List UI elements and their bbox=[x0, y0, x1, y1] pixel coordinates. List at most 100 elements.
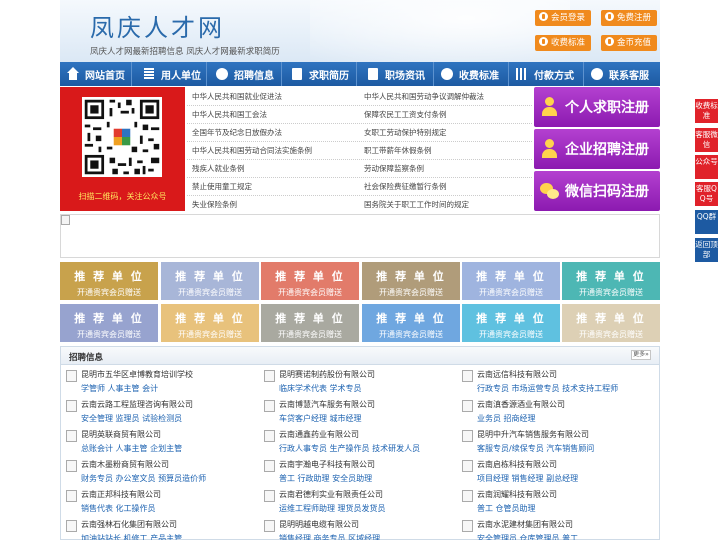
float-button[interactable]: QQ群 bbox=[695, 210, 718, 234]
recommend-tile[interactable]: 推 荐 单 位开通贵宾会员赠送 bbox=[362, 262, 460, 300]
company-name[interactable]: 云南正邦科技有限公司 bbox=[81, 489, 161, 500]
law-link[interactable]: 中华人民共和国就业促进法 bbox=[192, 91, 282, 102]
recommend-tile[interactable]: 推 荐 单 位开通贵宾会员赠送 bbox=[462, 262, 560, 300]
company-name[interactable]: 云南启栋科技有限公司 bbox=[477, 459, 557, 470]
law-link[interactable]: 劳动保障监察条例 bbox=[364, 163, 424, 174]
job-positions[interactable]: 客服专员/续保专员 汽车销售顾问 bbox=[477, 443, 594, 454]
law-link[interactable]: 失业保险条例 bbox=[192, 199, 237, 210]
nav-employers[interactable]: 用人单位 bbox=[132, 62, 206, 86]
job-positions[interactable]: 总账会计 人事主管 企划主管 bbox=[81, 443, 182, 454]
ad-banner[interactable] bbox=[60, 214, 660, 258]
register-button[interactable]: 免费注册 bbox=[601, 10, 658, 26]
nav-jobs[interactable]: 招聘信息 bbox=[207, 62, 281, 86]
company-name[interactable]: 云南远信科技有限公司 bbox=[477, 369, 557, 380]
job-listing[interactable]: 云南水泥建材集团有限公司安全管理员 仓库管理员 普工 bbox=[457, 517, 652, 540]
law-link[interactable]: 职工带薪年休假条例 bbox=[364, 145, 432, 156]
employer-register-button[interactable]: 企业招聘注册 bbox=[534, 129, 660, 169]
job-listing[interactable]: 云南木墨粉商贸有限公司财务专员 办公室文员 预算员造价师 bbox=[61, 457, 256, 489]
company-name[interactable]: 云南君德利实业有限责任公司 bbox=[279, 489, 383, 500]
company-name[interactable]: 昆明赛诺制药股份有限公司 bbox=[279, 369, 375, 380]
job-listing[interactable]: 云南润耀科技有限公司 普工 仓管员助理 bbox=[457, 487, 652, 519]
recommend-tile[interactable]: 推 荐 单 位开通贵宾会员赠送 bbox=[60, 262, 158, 300]
job-listing[interactable]: 云南强林石化集团有限公司加油站站长 机修工 产品主管 bbox=[61, 517, 256, 540]
job-listing[interactable]: 云南通鑫药业有限公司行政人事专员 生产操作员 技术研发人员 bbox=[259, 427, 454, 459]
job-positions[interactable]: 运维工程师助理 理货员发货员 bbox=[279, 503, 386, 514]
law-link[interactable]: 中华人民共和国劳动争议调解仲裁法 bbox=[364, 91, 484, 102]
company-name[interactable]: 云南博慧汽车服务有限公司 bbox=[279, 399, 375, 410]
company-name[interactable]: 云南水泥建材集团有限公司 bbox=[477, 519, 573, 530]
float-button[interactable]: 返回顶部 bbox=[695, 238, 718, 262]
job-listing[interactable]: 昆明市五华区卓博教育培训学校 学管师 人事主管 会计 bbox=[61, 367, 256, 399]
law-link[interactable]: 残疾人就业条例 bbox=[192, 163, 245, 174]
company-name[interactable]: 云南滇香源酒业有限公司 bbox=[477, 399, 565, 410]
site-logo[interactable]: 凤庆人才网 bbox=[90, 8, 225, 43]
job-positions[interactable]: 安全管理员 仓库管理员 普工 bbox=[477, 533, 578, 540]
nav-support[interactable]: 联系客服 bbox=[584, 62, 659, 86]
job-positions[interactable]: 财务专员 办公室文员 预算员造价师 bbox=[81, 473, 206, 484]
job-positions[interactable]: 车贷客户经理 城市经理 bbox=[279, 413, 362, 424]
company-name[interactable]: 云南云路工程监理咨询有限公司 bbox=[81, 399, 193, 410]
law-link[interactable]: 保障农民工工资支付条例 bbox=[364, 109, 447, 120]
job-positions[interactable]: 安全管理 监理员 试验检测员 bbox=[81, 413, 182, 424]
job-listing[interactable]: 云南远信科技有限公司行政专员 市场运营专员 技术支持工程师 bbox=[457, 367, 652, 399]
company-name[interactable]: 云南润耀科技有限公司 bbox=[477, 489, 557, 500]
company-name[interactable]: 昆明中升汽车销售服务有限公司 bbox=[477, 429, 589, 440]
job-positions[interactable]: 行政人事专员 生产操作员 技术研发人员 bbox=[279, 443, 420, 454]
recommend-tile[interactable]: 推 荐 单 位开通贵宾会员赠送 bbox=[462, 304, 560, 342]
job-positions[interactable]: 销售经理 商务专员 区域经理 bbox=[279, 533, 380, 540]
job-positions[interactable]: 普工 行政助理 安全员助理 bbox=[279, 473, 372, 484]
job-listing[interactable]: 云南宇瀚电子科技有限公司 普工 行政助理 安全员助理 bbox=[259, 457, 454, 489]
job-listing[interactable]: 昆明英联商贸有限公司总账会计 人事主管 企划主管 bbox=[61, 427, 256, 459]
float-button[interactable]: 公众号 bbox=[695, 155, 718, 179]
more-button[interactable]: 更多» bbox=[631, 350, 651, 360]
job-listing[interactable]: 云南云路工程监理咨询有限公司 安全管理 监理员 试验检测员 bbox=[61, 397, 256, 429]
nav-news[interactable]: 职场资讯 bbox=[357, 62, 433, 86]
recharge-button[interactable]: 金币充值 bbox=[601, 35, 658, 51]
law-link[interactable]: 中华人民共和国劳动合同法实施条例 bbox=[192, 145, 312, 156]
nav-home[interactable]: 网站首页 bbox=[60, 62, 131, 86]
wechat-register-button[interactable]: 微信扫码注册 bbox=[534, 171, 660, 211]
job-positions[interactable]: 行政专员 市场运营专员 技术支持工程师 bbox=[477, 383, 618, 394]
recommend-tile[interactable]: 推 荐 单 位开通贵宾会员赠送 bbox=[562, 304, 660, 342]
job-listing[interactable]: 昆明中升汽车销售服务有限公司 客服专员/续保专员 汽车销售顾问 bbox=[457, 427, 652, 459]
job-listing[interactable]: 云南启栋科技有限公司项目经理 销售经理 副总经理 bbox=[457, 457, 652, 489]
recommend-tile[interactable]: 推 荐 单 位开通贵宾会员赠送 bbox=[261, 262, 359, 300]
nav-resumes[interactable]: 求职简历 bbox=[282, 62, 356, 86]
law-link[interactable]: 中华人民共和国工会法 bbox=[192, 109, 267, 120]
law-link[interactable]: 国务院关于职工工作时间的规定 bbox=[364, 199, 469, 210]
job-listing[interactable]: 云南博慧汽车服务有限公司 车贷客户经理 城市经理 bbox=[259, 397, 454, 429]
company-name[interactable]: 昆明英联商贸有限公司 bbox=[81, 429, 161, 440]
float-button[interactable]: 收费标准 bbox=[695, 99, 718, 123]
recommend-tile[interactable]: 推 荐 单 位开通贵宾会员赠送 bbox=[261, 304, 359, 342]
job-positions[interactable]: 普工 仓管员助理 bbox=[477, 503, 536, 514]
job-positions[interactable]: 加油站站长 机修工 产品主管 bbox=[81, 533, 182, 540]
company-name[interactable]: 昆明明越电缆有限公司 bbox=[279, 519, 359, 530]
company-name[interactable]: 云南木墨粉商贸有限公司 bbox=[81, 459, 169, 470]
job-positions[interactable]: 业务员 招商经理 bbox=[477, 413, 536, 424]
company-name[interactable]: 云南宇瀚电子科技有限公司 bbox=[279, 459, 375, 470]
job-positions[interactable]: 销售代表 化工操作员 bbox=[81, 503, 156, 514]
recommend-tile[interactable]: 推 荐 单 位开通贵宾会员赠送 bbox=[161, 262, 259, 300]
law-link[interactable]: 社会保险费征缴暂行条例 bbox=[364, 181, 447, 192]
float-button[interactable]: 客服微信 bbox=[695, 128, 718, 152]
job-listing[interactable]: 云南滇香源酒业有限公司 业务员 招商经理 bbox=[457, 397, 652, 429]
law-link[interactable]: 禁止使用童工规定 bbox=[192, 181, 252, 192]
job-listing[interactable]: 昆明明越电缆有限公司销售经理 商务专员 区域经理 bbox=[259, 517, 454, 540]
recommend-tile[interactable]: 推 荐 单 位开通贵宾会员赠送 bbox=[562, 262, 660, 300]
job-positions[interactable]: 学管师 人事主管 会计 bbox=[81, 383, 158, 394]
job-positions[interactable]: 临床学术代表 学术专员 bbox=[279, 383, 362, 394]
job-listing[interactable]: 昆明赛诺制药股份有限公司 临床学术代表 学术专员 bbox=[259, 367, 454, 399]
company-name[interactable]: 昆明市五华区卓博教育培训学校 bbox=[81, 369, 193, 380]
recommend-tile[interactable]: 推 荐 单 位开通贵宾会员赠送 bbox=[161, 304, 259, 342]
law-link[interactable]: 女职工劳动保护特别规定 bbox=[364, 127, 447, 138]
jobseeker-register-button[interactable]: 个人求职注册 bbox=[534, 87, 660, 127]
job-positions[interactable]: 项目经理 销售经理 副总经理 bbox=[477, 473, 578, 484]
fee-standard-button[interactable]: 收费标准 bbox=[535, 35, 592, 51]
job-listing[interactable]: 云南君德利实业有限责任公司 运维工程师助理 理货员发货员 bbox=[259, 487, 454, 519]
job-listing[interactable]: 云南正邦科技有限公司 销售代表 化工操作员 bbox=[61, 487, 256, 519]
nav-fees[interactable]: 收费标准 bbox=[434, 62, 508, 86]
company-name[interactable]: 云南强林石化集团有限公司 bbox=[81, 519, 177, 530]
nav-payment[interactable]: 付款方式 bbox=[509, 62, 583, 86]
company-name[interactable]: 云南通鑫药业有限公司 bbox=[279, 429, 359, 440]
login-button[interactable]: 会员登录 bbox=[535, 10, 592, 26]
